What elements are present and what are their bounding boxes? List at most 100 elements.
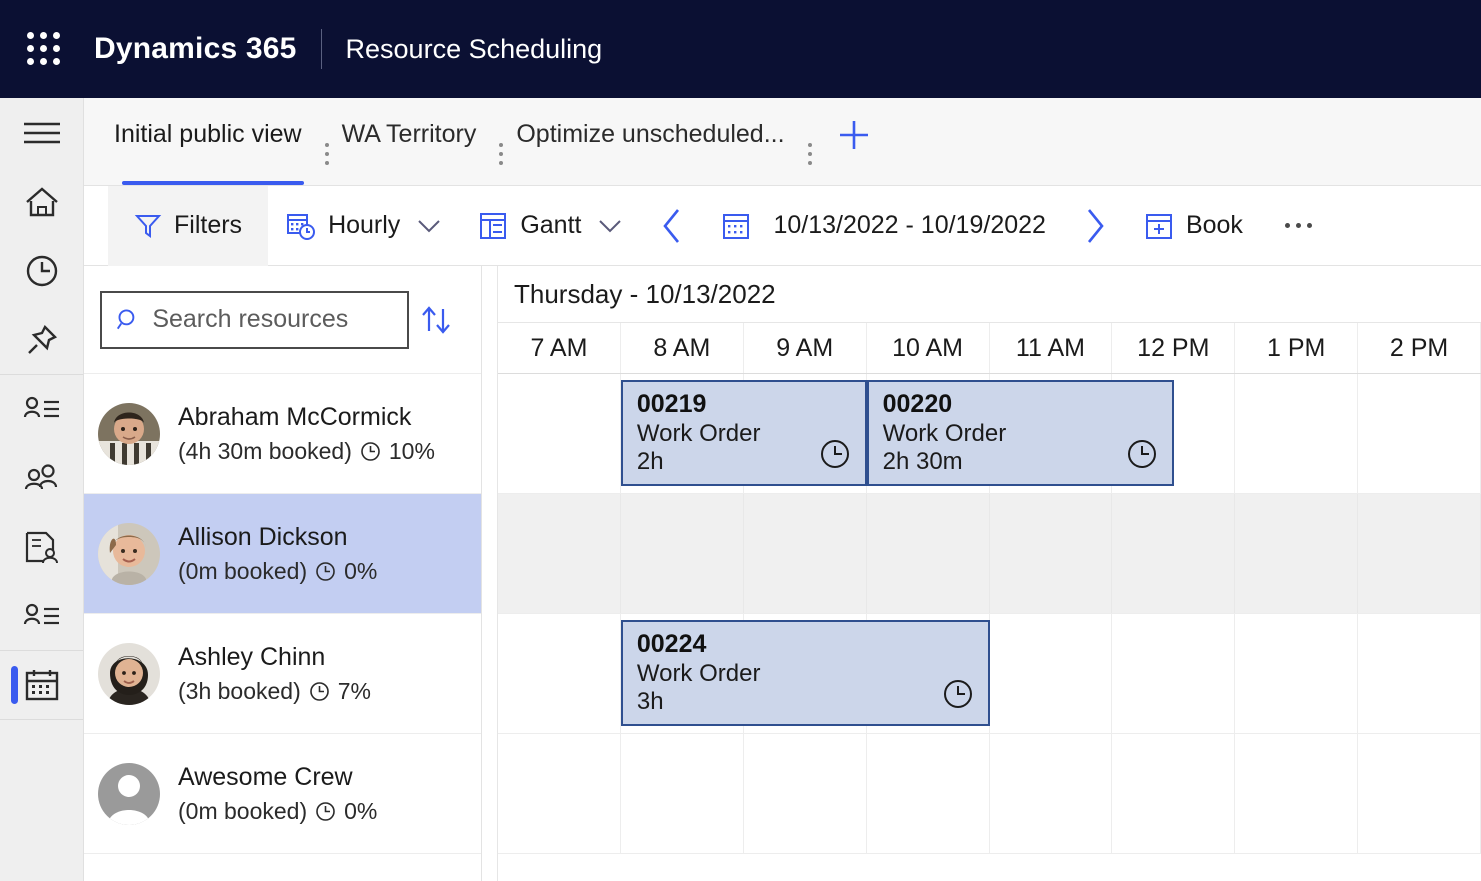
resource-meta: Awesome Crew (0m booked) 0%	[178, 763, 377, 825]
chevron-down-icon	[599, 219, 622, 232]
more-options-button[interactable]	[1261, 186, 1336, 266]
clock-icon	[943, 680, 972, 708]
rail-spacer	[0, 719, 83, 881]
sidebar-item-resources[interactable]	[0, 581, 83, 650]
schedule-row[interactable]	[498, 734, 1481, 854]
hour-header-cell: 2 PM	[1358, 323, 1481, 373]
home-icon[interactable]	[0, 167, 83, 236]
time-slot[interactable]	[867, 734, 990, 853]
book-button[interactable]: Book	[1126, 186, 1261, 266]
resource-row[interactable]: Awesome Crew (0m booked) 0%	[84, 734, 481, 854]
add-tab-button[interactable]	[825, 98, 883, 185]
book-label: Book	[1185, 211, 1243, 239]
tab-wa-territory[interactable]: WA Territory	[342, 98, 517, 185]
schedule-grid: Thursday - 10/13/2022 7 AM 8 AM 9 AM 10 …	[498, 266, 1481, 881]
previous-period-button[interactable]	[641, 186, 703, 266]
time-slot[interactable]	[1235, 734, 1359, 853]
hour-header-cell: 9 AM	[744, 323, 867, 373]
time-slot[interactable]	[1235, 374, 1359, 493]
utilization-percent: 10%	[388, 437, 435, 464]
time-slot[interactable]	[621, 734, 744, 853]
time-slot[interactable]	[1358, 374, 1481, 493]
time-slot[interactable]	[498, 374, 621, 493]
filters-button[interactable]: Filters	[108, 185, 269, 266]
search-resources-box[interactable]	[100, 290, 409, 349]
booking-card[interactable]: 00224 Work Order 3h	[620, 620, 990, 726]
sidebar-item-contacts[interactable]	[0, 443, 83, 512]
time-slot[interactable]	[1358, 734, 1481, 853]
time-slot[interactable]	[1112, 734, 1236, 853]
resource-row[interactable]: Ashley Chinn (3h booked) 7%	[84, 614, 481, 734]
view-mode-dropdown[interactable]: Hourly	[268, 186, 460, 266]
resource-name: Awesome Crew	[178, 762, 353, 791]
resource-booked: (4h 30m booked) 10%	[178, 438, 435, 465]
tab-optimize-unscheduled[interactable]: Optimize unscheduled...	[516, 98, 824, 185]
time-slot[interactable]	[990, 734, 1113, 853]
schedule-row[interactable]	[498, 494, 1481, 614]
panel-scrollbar-gutter[interactable]	[482, 266, 498, 881]
date-range-label: 10/13/2022 - 10/19/2022	[773, 211, 1046, 239]
time-slot[interactable]	[1358, 614, 1481, 733]
avatar	[98, 522, 160, 585]
tab-menu-icon[interactable]	[312, 143, 342, 185]
resource-search-row	[84, 266, 481, 374]
view-mode-label: Hourly	[328, 211, 401, 239]
time-slot[interactable]	[990, 614, 1113, 733]
time-slot[interactable]	[867, 494, 990, 613]
schedule-row[interactable]: 00219 Work Order 2h 00220 Work Order 2h	[498, 374, 1481, 494]
brand-title: Dynamics 365	[94, 32, 297, 65]
sidebar-item-accounts[interactable]	[0, 374, 83, 443]
time-slot[interactable]	[498, 734, 621, 853]
time-slot[interactable]	[1235, 614, 1359, 733]
utilization-percent: 0%	[344, 557, 378, 584]
hamburger-menu-icon[interactable]	[0, 98, 83, 167]
utilization-percent: 7%	[337, 677, 371, 704]
time-slot[interactable]	[744, 494, 867, 613]
pin-icon[interactable]	[0, 305, 83, 374]
next-period-button[interactable]	[1064, 186, 1126, 266]
app-name: Resource Scheduling	[345, 33, 603, 64]
tab-menu-icon[interactable]	[486, 143, 516, 185]
sidebar-item-work-orders[interactable]	[0, 512, 83, 581]
hour-header-cell: 8 AM	[621, 323, 744, 373]
date-range-picker[interactable]: 10/13/2022 - 10/19/2022	[703, 186, 1063, 266]
time-slot[interactable]	[1112, 614, 1236, 733]
time-slot[interactable]	[1112, 494, 1236, 613]
booked-duration: (4h 30m booked)	[178, 437, 352, 464]
avatar	[98, 642, 160, 705]
hour-header-cell: 7 AM	[498, 323, 621, 373]
booking-card[interactable]: 00219 Work Order 2h	[620, 380, 867, 486]
sidebar-item-schedule-board[interactable]	[0, 650, 83, 719]
left-nav-rail	[0, 98, 84, 881]
gantt-chart-icon	[480, 212, 507, 239]
schedule-row[interactable]: 00224 Work Order 3h	[498, 614, 1481, 734]
clock-icon	[361, 441, 380, 461]
resource-name: Allison Dickson	[178, 522, 348, 551]
recent-clock-icon[interactable]	[0, 236, 83, 305]
time-slot[interactable]	[621, 494, 744, 613]
clock-icon	[1127, 440, 1156, 468]
sort-resources-button[interactable]	[409, 303, 463, 337]
resource-row[interactable]: Abraham McCormick (4h 30m booked) 10%	[84, 374, 481, 494]
layout-dropdown[interactable]: Gantt	[460, 186, 641, 266]
time-slot[interactable]	[498, 614, 621, 733]
resource-booked: (0m booked) 0%	[178, 558, 377, 585]
search-input[interactable]	[152, 305, 393, 334]
time-slot[interactable]	[1358, 494, 1481, 613]
tab-menu-icon[interactable]	[795, 143, 825, 185]
clock-icon	[820, 440, 849, 468]
hour-header-row: 7 AM 8 AM 9 AM 10 AM 11 AM 12 PM 1 PM 2 …	[498, 322, 1481, 374]
hour-header-cell: 12 PM	[1112, 323, 1236, 373]
tab-initial-public-view[interactable]: Initial public view	[114, 98, 342, 185]
calendar-clock-icon	[287, 213, 316, 240]
time-slot[interactable]	[498, 494, 621, 613]
booking-card[interactable]: 00220 Work Order 2h 30m	[866, 380, 1174, 486]
time-slot[interactable]	[744, 734, 867, 853]
waffle-grid-icon[interactable]	[22, 27, 66, 71]
chevron-left-icon	[663, 208, 680, 243]
schedule-toolbar: Filters Hourly Gantt 10/13/2022 - 10/19/…	[84, 185, 1481, 266]
clock-icon	[316, 561, 335, 581]
time-slot[interactable]	[1235, 494, 1359, 613]
resource-row[interactable]: Allison Dickson (0m booked) 0%	[84, 494, 481, 614]
time-slot[interactable]	[990, 494, 1113, 613]
